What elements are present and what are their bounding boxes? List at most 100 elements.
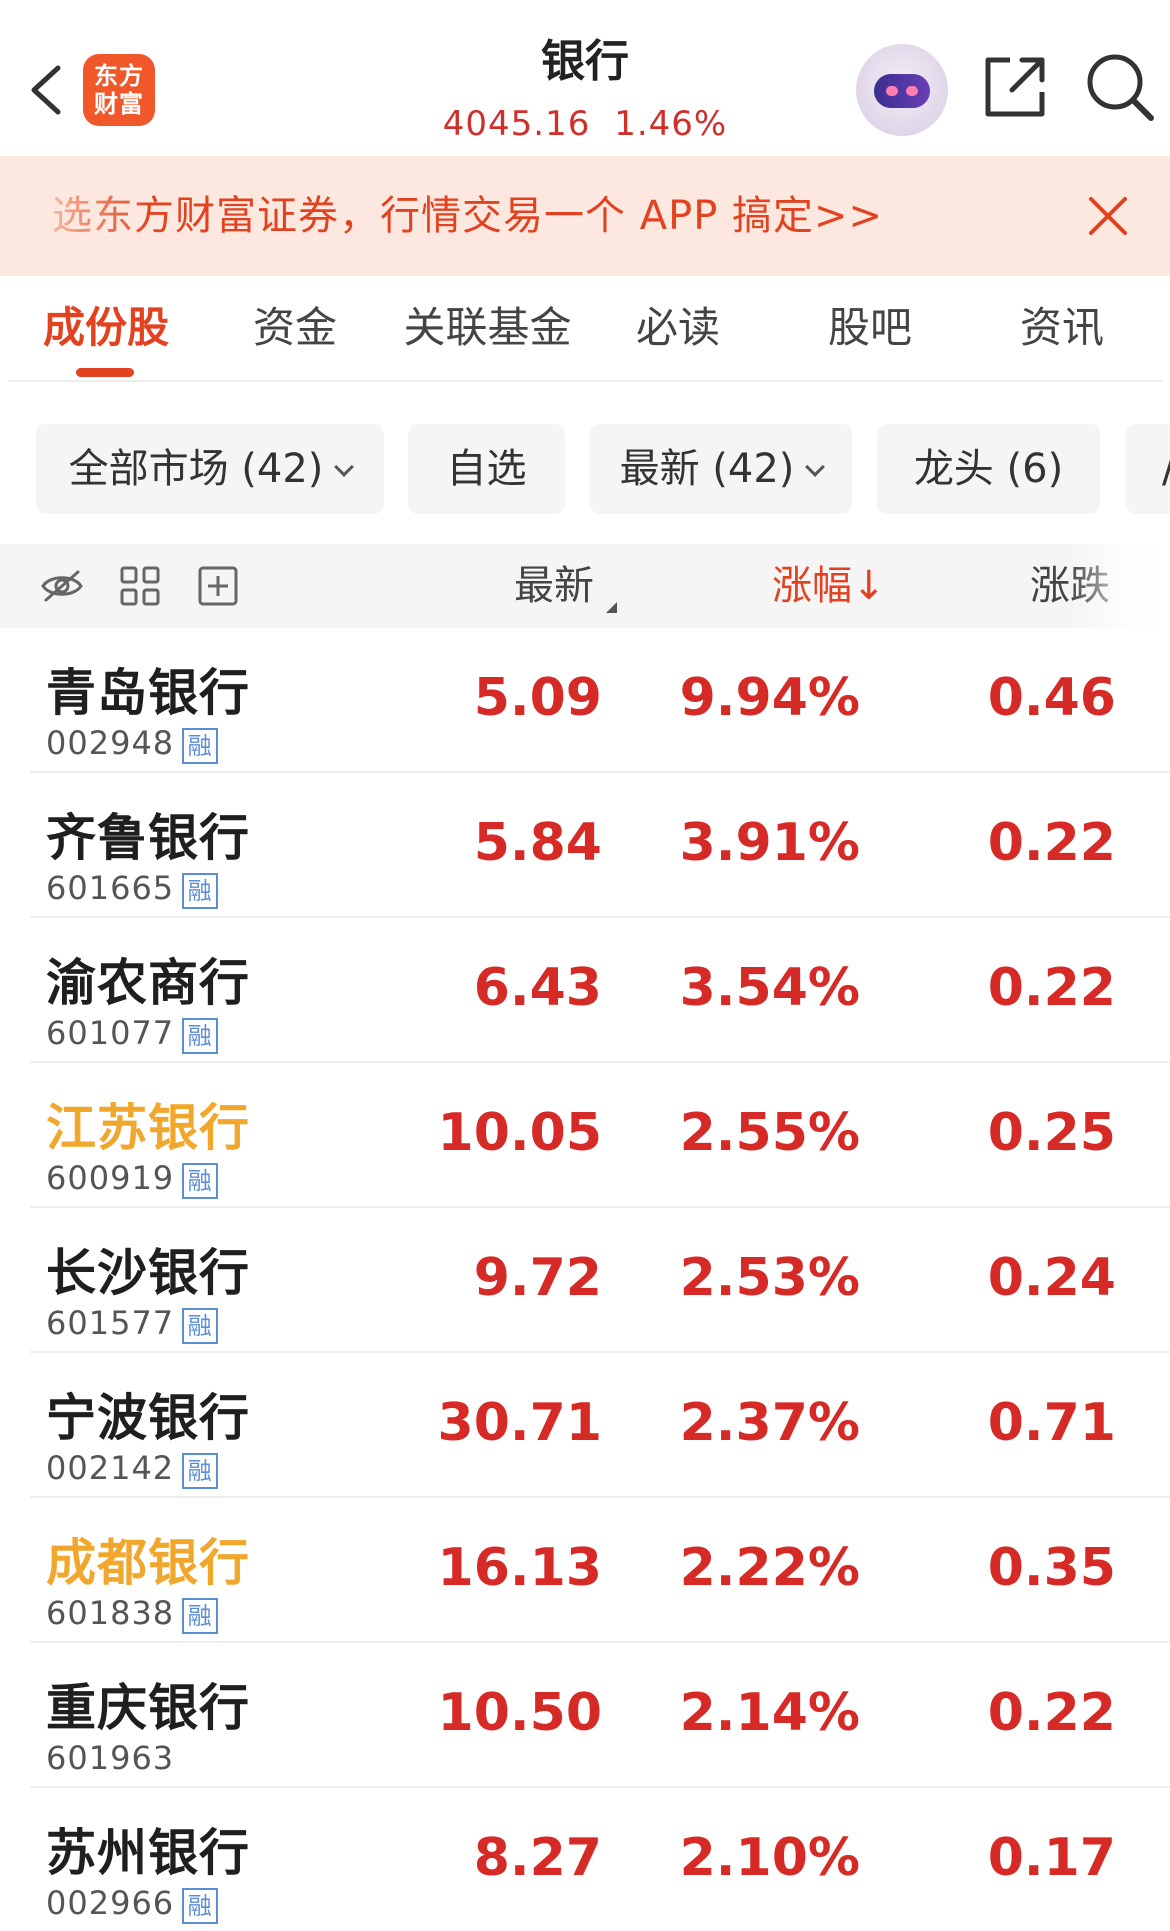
latest-price: 5.84	[473, 813, 602, 873]
stock-name: 青岛银行	[46, 664, 250, 722]
table-row[interactable]: 苏州银行 002966 融 8.27 2.10% 0.17	[0, 1788, 1170, 1931]
latest-price: 9.72	[473, 1248, 602, 1308]
leader-filter-chip[interactable]: 龙头 (6)	[877, 424, 1100, 514]
change-amount: 0.22	[987, 813, 1116, 873]
latest-price: 5.09	[473, 668, 602, 728]
table-row[interactable]: 宁波银行 002142 融 30.71 2.37% 0.71	[0, 1353, 1170, 1498]
logo-line-1: 东方	[94, 61, 144, 90]
stock-list: 青岛银行 002948 融 5.09 9.94% 0.46 齐鲁银行 601665…	[0, 628, 1170, 1931]
section-tabs: 成份股 资金 关联基金 必读 股吧 资讯	[0, 276, 1170, 380]
change-percent: 2.37%	[679, 1393, 860, 1453]
stock-code: 601963	[46, 1739, 175, 1777]
sector-index-value: 4045.16	[442, 104, 591, 144]
change-amount: 0.46	[987, 668, 1116, 728]
change-amount: 0.25	[987, 1103, 1116, 1163]
watchlist-filter-label: 自选	[446, 446, 527, 492]
page-title: 银行	[541, 36, 629, 87]
table-row[interactable]: 江苏银行 600919 融 10.05 2.55% 0.25	[0, 1063, 1170, 1208]
table-row[interactable]: 长沙银行 601577 融 9.72 2.53% 0.24	[0, 1208, 1170, 1353]
stock-code: 002966	[46, 1884, 175, 1922]
margin-trading-badge: 融	[182, 1018, 219, 1054]
stock-code-line: 601963	[46, 1738, 174, 1778]
margin-trading-badge: 融	[182, 1888, 219, 1924]
sort-desc-arrow-icon: ↓	[852, 563, 886, 609]
more-filter-chip[interactable]: /	[1126, 424, 1170, 514]
stock-name: 渝农商行	[46, 954, 250, 1012]
table-row[interactable]: 青岛银行 002948 融 5.09 9.94% 0.46	[0, 628, 1170, 773]
margin-trading-badge: 融	[182, 873, 219, 909]
top-nav-bar: 东方 财富 银行 4045.16 1.46%	[0, 0, 1170, 156]
promo-banner[interactable]: 选东方财富证券，行情交易一个 APP 搞定>>	[0, 156, 1170, 276]
change-percent: 2.53%	[679, 1248, 860, 1308]
eastmoney-logo[interactable]: 东方 财富	[83, 54, 155, 126]
tab-related-funds[interactable]: 关联基金	[395, 300, 580, 356]
latest-price: 6.43	[473, 958, 602, 1018]
stock-code-line: 002142 融	[46, 1448, 219, 1489]
column-header-price[interactable]: 最新	[514, 558, 594, 614]
change-amount: 0.35	[987, 1538, 1116, 1598]
stock-code-line: 601577 融	[46, 1303, 219, 1344]
tab-news[interactable]: 资讯	[1012, 300, 1112, 356]
watchlist-filter-chip[interactable]: 自选	[408, 424, 565, 514]
change-percent: 3.54%	[679, 958, 860, 1018]
sector-index-change-pct: 1.46%	[614, 104, 728, 144]
chevron-down-icon	[805, 457, 826, 477]
stock-name: 成都银行	[46, 1534, 250, 1592]
search-icon[interactable]	[1085, 52, 1155, 122]
change-percent: 3.91%	[679, 813, 860, 873]
sector-index-quote: 4045.16 1.46%	[385, 94, 785, 154]
market-filter-dropdown[interactable]: 全部市场 (42)	[36, 424, 384, 514]
grid-view-icon[interactable]	[118, 564, 162, 608]
stock-code-line: 601665 融	[46, 868, 219, 909]
stock-code-line: 002966 融	[46, 1883, 219, 1924]
change-percent: 2.10%	[679, 1828, 860, 1888]
tab-must-read[interactable]: 必读	[628, 300, 728, 356]
change-percent: 9.94%	[679, 668, 860, 728]
change-percent: 2.22%	[679, 1538, 860, 1598]
margin-trading-badge: 融	[182, 1308, 219, 1344]
column-header-change-pct-label: 涨幅	[772, 563, 852, 609]
sortable-indicator-icon	[606, 602, 617, 613]
table-header: 最新 涨幅↓ 涨跌	[0, 544, 1170, 628]
latest-price: 30.71	[437, 1393, 602, 1453]
leader-filter-label: 龙头 (6)	[913, 446, 1064, 492]
latest-filter-dropdown[interactable]: 最新 (42)	[590, 424, 852, 514]
stock-name: 江苏银行	[46, 1099, 250, 1157]
tab-forum[interactable]: 股吧	[820, 300, 920, 356]
sector-title-block: 银行 4045.16 1.46%	[385, 30, 785, 154]
filter-chips: 全部市场 (42) 自选 最新 (42) 龙头 (6) /	[0, 424, 1170, 516]
margin-trading-badge: 融	[182, 728, 219, 764]
stock-code-line: 601077 融	[46, 1013, 219, 1054]
table-row[interactable]: 重庆银行 601963 10.50 2.14% 0.22	[0, 1643, 1170, 1788]
column-header-change-pct[interactable]: 涨幅↓	[772, 558, 886, 614]
change-amount: 0.22	[987, 1683, 1116, 1743]
stock-name: 齐鲁银行	[46, 809, 250, 867]
back-arrow-icon[interactable]	[24, 60, 72, 120]
hide-eye-icon[interactable]	[40, 564, 84, 608]
table-row[interactable]: 渝农商行 601077 融 6.43 3.54% 0.22	[0, 918, 1170, 1063]
stock-name: 长沙银行	[46, 1244, 250, 1302]
close-icon[interactable]	[1085, 193, 1131, 239]
stock-name: 苏州银行	[46, 1824, 250, 1882]
scroll-fade-overlay	[1070, 544, 1170, 628]
active-tab-indicator	[76, 368, 134, 377]
stock-code: 601838	[46, 1594, 175, 1632]
table-row[interactable]: 齐鲁银行 601665 融 5.84 3.91% 0.22	[0, 773, 1170, 918]
table-row[interactable]: 成都银行 601838 融 16.13 2.22% 0.35	[0, 1498, 1170, 1643]
change-percent: 2.55%	[679, 1103, 860, 1163]
promo-banner-text[interactable]: 选东方财富证券，行情交易一个 APP 搞定>>	[52, 192, 883, 240]
margin-trading-badge: 融	[182, 1453, 219, 1489]
change-amount: 0.22	[987, 958, 1116, 1018]
add-watchlist-icon[interactable]	[196, 564, 240, 608]
stock-code: 002142	[46, 1449, 175, 1487]
logo-line-2: 财富	[94, 89, 144, 118]
change-percent: 2.14%	[679, 1683, 860, 1743]
stock-name: 宁波银行	[46, 1389, 250, 1447]
share-icon[interactable]	[982, 54, 1048, 120]
change-amount: 0.24	[987, 1248, 1116, 1308]
ai-assistant-avatar-icon[interactable]	[856, 44, 948, 136]
margin-trading-badge: 融	[182, 1598, 219, 1634]
tab-constituents[interactable]: 成份股	[36, 300, 176, 356]
more-filter-label: /	[1162, 446, 1170, 492]
tab-funds[interactable]: 资金	[240, 300, 350, 356]
